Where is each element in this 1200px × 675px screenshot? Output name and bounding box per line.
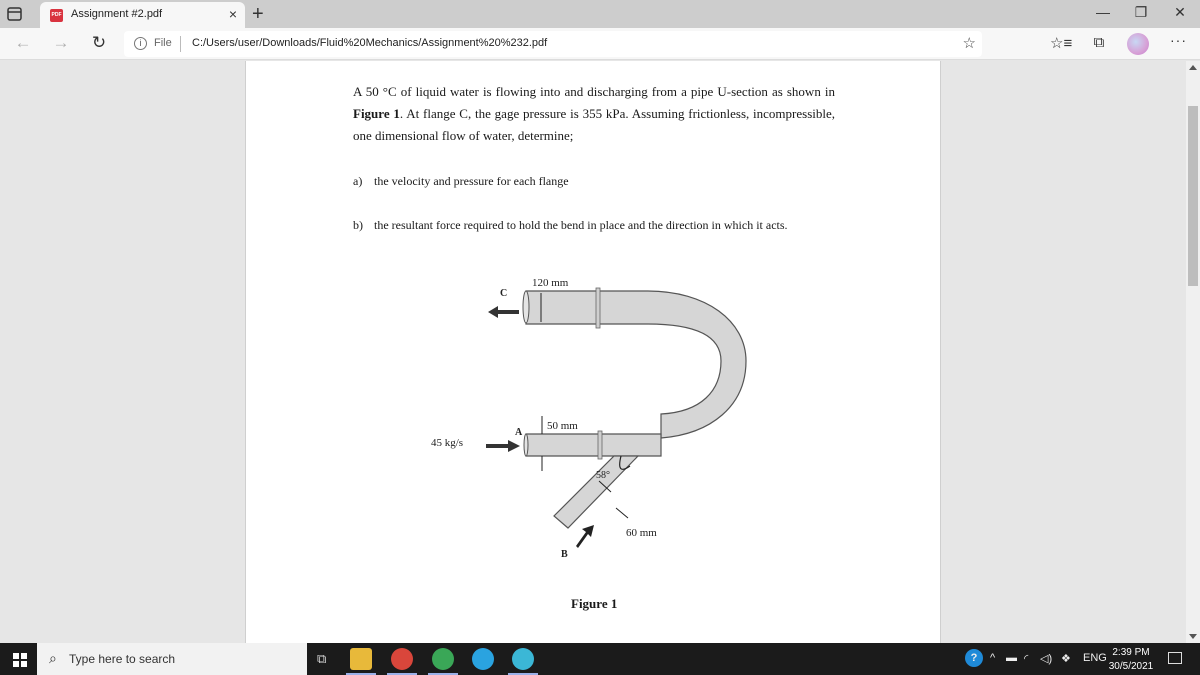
problem-statement: A 50 °C of liquid water is flowing into … (353, 81, 835, 147)
url-text[interactable]: C:/Users/user/Downloads/Fluid%20Mechanic… (192, 37, 547, 49)
problem-line-2: . At flange C, the gage pressure is 355 … (353, 106, 835, 143)
pdf-viewer: A 50 °C of liquid water is flowing into … (0, 61, 1200, 643)
new-tab-button[interactable]: + (252, 2, 264, 26)
file-explorer-icon[interactable] (350, 648, 372, 670)
favorites-icon[interactable]: ☆≡ (1050, 34, 1072, 52)
windows-logo-icon (13, 661, 19, 667)
arrow-c-outflow (488, 306, 519, 318)
dropbox-icon[interactable]: ❖ (1061, 652, 1071, 665)
edge-icon[interactable] (512, 648, 534, 670)
windows-logo-icon (21, 653, 27, 659)
question-item-b: b) the resultant force required to hold … (353, 218, 788, 233)
close-window-button[interactable]: ✕ (1170, 4, 1190, 21)
reload-button[interactable]: ↻ (88, 33, 110, 53)
tab-assignment-pdf[interactable]: PDF Assignment #2.pdf × (40, 2, 245, 28)
taskbar-search-box[interactable]: ⌕ Type here to search (37, 643, 307, 675)
chrome-profile-1-icon[interactable] (391, 648, 413, 670)
tab-close-button[interactable]: × (229, 6, 237, 22)
figure-reference: Figure 1 (353, 106, 400, 121)
clock-time: 2:39 PM (1112, 647, 1150, 658)
tab-title: Assignment #2.pdf (71, 8, 163, 20)
start-button[interactable] (13, 653, 27, 667)
tab-strip: PDF Assignment #2.pdf × + — ❐ ✕ (0, 0, 1200, 28)
label-b: B (561, 549, 568, 560)
task-view-icon[interactable]: ⧉ (317, 651, 326, 667)
forward-button[interactable]: → (50, 33, 72, 53)
windows-taskbar: ⌕ Type here to search ⧉ ? ^ ▬ ◜ ◁) ❖ ENG… (0, 643, 1200, 675)
clock[interactable]: 2:39 PM 30/5/2021 (1108, 646, 1154, 674)
question-item-a: a) the velocity and pressure for each fl… (353, 174, 569, 189)
windows-logo-icon (21, 661, 27, 667)
flange-lower (597, 430, 603, 460)
label-dia-c: 120 mm (532, 277, 569, 289)
arrow-b-inflow (576, 525, 594, 548)
scroll-down-arrow[interactable] (1189, 634, 1197, 639)
clock-date: 30/5/2021 (1108, 661, 1154, 672)
pipe-lower (525, 433, 662, 457)
search-icon: ⌕ (49, 650, 57, 666)
scroll-up-arrow[interactable] (1189, 65, 1197, 70)
item-label: b) (353, 218, 363, 232)
problem-line-1: A 50 °C of liquid water is flowing into … (353, 84, 835, 99)
telegram-icon[interactable] (472, 648, 494, 670)
pipe-end-c (522, 290, 530, 324)
pipe-upper (525, 290, 747, 439)
add-favorite-icon[interactable]: ☆ (963, 34, 976, 52)
item-text: the resultant force required to hold the… (374, 218, 788, 232)
label-angle: 58° (596, 470, 610, 481)
chrome-profile-2-icon[interactable] (432, 648, 454, 670)
wifi-icon[interactable]: ◜ (1024, 652, 1028, 665)
arrow-a-inflow (486, 440, 520, 452)
profile-avatar[interactable] (1127, 33, 1149, 55)
pdf-page: A 50 °C of liquid water is flowing into … (245, 61, 941, 643)
browser-toolbar: ← → ↻ i File C:/Users/user/Downloads/Flu… (0, 28, 1200, 60)
restore-button[interactable]: ❐ (1131, 4, 1151, 21)
volume-icon[interactable]: ◁) (1040, 652, 1052, 665)
figure-caption: Figure 1 (571, 596, 618, 611)
pipe-branch (553, 455, 640, 529)
address-separator (180, 36, 181, 52)
address-bar[interactable]: i File C:/Users/user/Downloads/Fluid%20M… (124, 31, 982, 57)
label-dia-b: 60 mm (626, 527, 657, 539)
chevron-up-icon[interactable]: ^ (990, 652, 995, 664)
dim-arrow-b2 (615, 507, 629, 519)
notification-center-icon[interactable] (1168, 652, 1182, 664)
u-pipe-figure: 120 mm C 50 mm A 45 kg/s 58° 60 mm B (431, 277, 747, 560)
tab-actions-button[interactable] (6, 6, 24, 22)
back-button[interactable]: ← (12, 33, 34, 53)
info-icon[interactable]: i (134, 37, 147, 50)
more-menu-button[interactable]: ··· (1170, 32, 1187, 48)
help-icon[interactable]: ? (965, 649, 983, 667)
item-text: the velocity and pressure for each flang… (374, 174, 569, 188)
scheme-label: File (154, 37, 172, 49)
label-mass-flow: 45 kg/s (431, 437, 463, 449)
collections-icon[interactable]: ⧉ (1088, 34, 1110, 51)
label-dia-a: 50 mm (547, 420, 578, 432)
battery-icon[interactable]: ▬ (1006, 652, 1017, 664)
language-indicator[interactable]: ENG (1083, 652, 1107, 664)
tab-actions-icon (7, 7, 22, 21)
minimize-button[interactable]: — (1093, 4, 1113, 20)
pdf-icon: PDF (50, 9, 63, 22)
pipe-end-a (523, 433, 529, 457)
item-label: a) (353, 174, 363, 188)
vertical-scrollbar[interactable] (1186, 61, 1200, 643)
search-placeholder: Type here to search (69, 652, 176, 666)
flange-upper (595, 287, 601, 329)
label-c: C (500, 288, 507, 299)
label-a: A (515, 427, 523, 438)
windows-logo-icon (13, 653, 19, 659)
scroll-thumb[interactable] (1188, 106, 1198, 286)
